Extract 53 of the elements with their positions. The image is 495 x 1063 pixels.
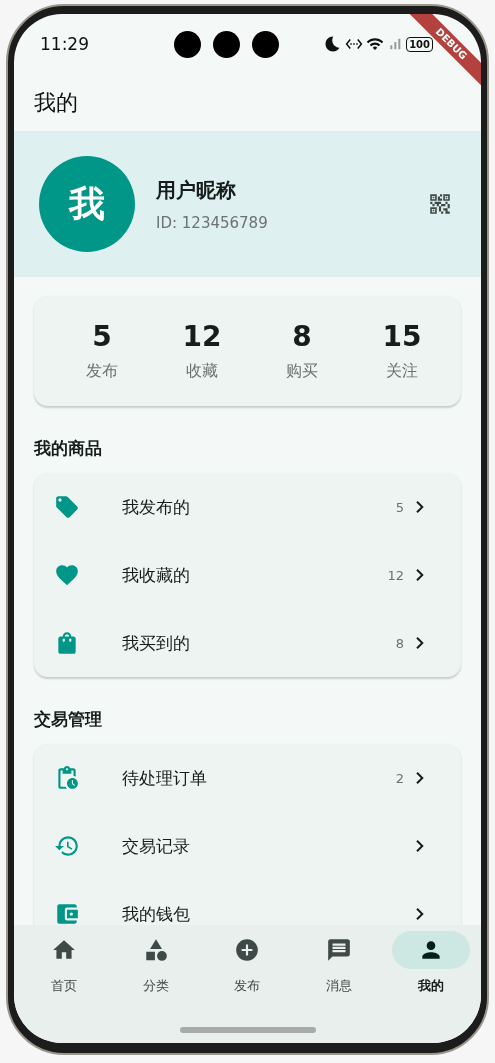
heart-icon — [54, 562, 80, 588]
section-title: 我的商品 — [34, 437, 103, 460]
camera-icon — [174, 30, 202, 58]
menu-label: 我的钱包 — [122, 902, 191, 925]
item-count: 8 — [395, 635, 404, 651]
item-count: 5 — [395, 499, 404, 515]
chevron-icon — [416, 908, 424, 920]
avatar[interactable]: 我 — [39, 156, 135, 252]
chevron-icon — [416, 840, 424, 852]
menu-label: 我收藏的 — [122, 563, 191, 587]
menu-item[interactable]: 待处理订单 2 — [34, 744, 461, 812]
stat-value: 15 — [382, 320, 422, 353]
chevron-icon — [416, 772, 424, 784]
chevron-icon — [416, 637, 424, 649]
menu-item[interactable]: 交易记录 — [34, 812, 461, 880]
menu-item[interactable]: 我收藏的 12 — [34, 541, 461, 609]
nav-tab[interactable]: 分类 — [109, 931, 202, 995]
stat-label: 购买 — [286, 361, 318, 382]
nav-tab[interactable]: 发布 — [201, 931, 294, 995]
menu-item[interactable]: 我的钱包 — [34, 880, 461, 925]
status-time: 11:29 — [40, 34, 89, 54]
wallet-icon — [54, 901, 80, 925]
stat-value: 12 — [182, 320, 222, 353]
stat-value: 8 — [292, 320, 312, 353]
camera-icon — [213, 30, 241, 58]
stat-label: 收藏 — [186, 361, 218, 382]
menu-label: 交易记录 — [122, 834, 191, 858]
stat-value: 5 — [92, 320, 112, 353]
page-title: 我的 — [34, 88, 78, 117]
chevron-icon — [416, 501, 424, 513]
camera-icon — [252, 30, 280, 58]
wifi-icon — [366, 35, 385, 53]
menu-item[interactable]: 我买到的 8 — [34, 609, 461, 677]
menu-label: 待处理订单 — [122, 766, 208, 790]
menu-label: 我发布的 — [122, 495, 191, 519]
nav-tab[interactable]: 消息 — [293, 931, 386, 995]
stat-label: 关注 — [386, 361, 418, 382]
chevron-icon — [416, 569, 424, 581]
item-count: 12 — [387, 567, 404, 583]
tag-icon — [54, 494, 80, 520]
stat-label: 发布 — [86, 361, 118, 382]
add-icon — [234, 937, 261, 963]
nickname: 用户昵称 — [156, 176, 237, 204]
message-icon — [326, 937, 353, 963]
section-title: 交易管理 — [34, 708, 103, 731]
user-id: ID: 123456789 — [156, 213, 269, 232]
battery-icon: 100 — [406, 36, 433, 52]
menu-item[interactable]: 我发布的 5 — [34, 473, 461, 541]
nav-tab[interactable]: 首页 — [18, 931, 110, 995]
menu-label: 我买到的 — [122, 631, 191, 655]
qr-code-icon[interactable] — [427, 191, 453, 217]
item-count: 2 — [395, 770, 404, 786]
history-icon — [54, 833, 80, 859]
